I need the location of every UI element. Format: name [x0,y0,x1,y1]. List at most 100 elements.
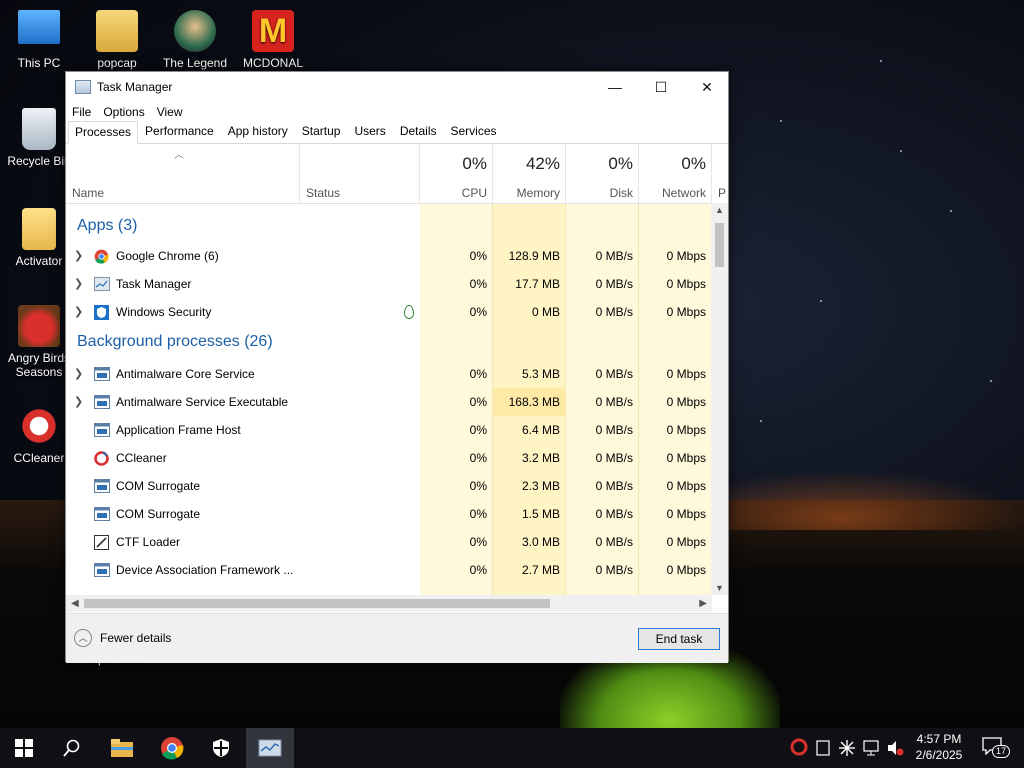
column-status[interactable]: Status [300,144,420,204]
tab-users[interactable]: Users [347,120,392,143]
network-cell: 0 Mbps [666,479,706,493]
star [820,300,822,302]
column-network[interactable]: 0% Network [639,144,712,204]
desktop-icon-this-pc[interactable]: This PC [1,10,77,70]
menu-file[interactable]: File [66,105,97,119]
shield-icon [213,739,229,757]
network-cell: 0 Mbps [666,249,706,263]
scroll-down-icon[interactable]: ▼ [711,583,728,593]
tab-performance[interactable]: Performance [138,120,221,143]
tray-volume-muted-icon[interactable] [886,739,904,768]
chevron-right-icon[interactable]: ❯ [74,270,83,298]
tab-processes[interactable]: Processes [68,121,139,144]
memory-cell: 1.5 MB [521,507,560,521]
tab-details[interactable]: Details [393,120,444,143]
process-row[interactable]: CTF Loader 0% 3.0 MB 0 MB/s 0 Mbps [66,528,712,556]
process-row[interactable]: Device Association Framework ... 0% 2.7 MB… [66,556,712,584]
process-row[interactable]: ❯ Antimalware Service Executable 0% 168.3 M… [66,388,712,416]
taskbar-chrome[interactable] [148,728,196,768]
network-cell: 0 Mbps [666,395,706,409]
process-list: Apps (3) ❯ Google Chrome (6) 0% 128.9 MB 0 MB… [66,204,728,596]
group-apps[interactable]: Apps (3) [77,212,137,240]
leaf-icon [404,305,414,319]
column-disk[interactable]: 0% Disk [566,144,639,204]
tray-network-burst-icon[interactable] [838,739,856,768]
process-name: Application Frame Host [116,423,241,437]
search-button[interactable] [48,728,96,768]
group-background[interactable]: Background processes (26) [77,328,273,356]
scroll-up-icon[interactable]: ▲ [711,205,728,215]
ctf-loader-icon [94,535,109,550]
vertical-scroll-thumb[interactable] [715,223,724,267]
scroll-right-icon[interactable]: ▶ [699,595,707,612]
process-row[interactable]: CCleaner 0% 3.2 MB 0 MB/s 0 Mbps [66,444,712,472]
menu-view[interactable]: View [151,105,189,119]
maximize-button[interactable]: ☐ [638,72,684,102]
scroll-left-icon[interactable]: ◀ [71,595,79,612]
start-button[interactable] [0,728,48,768]
tab-bar: Processes Performance App history Startu… [66,120,728,144]
horizontal-scrollbar[interactable]: ◀ ▶ [66,595,712,612]
tray-device-icon[interactable] [816,740,830,768]
chevron-right-icon[interactable]: ❯ [74,242,83,270]
chevron-right-icon[interactable]: ❯ [74,360,83,388]
column-name-label: Name [72,186,105,200]
desktop-icon-popcap[interactable]: popcap [79,10,155,70]
process-row[interactable]: ❯ Task Manager 0% 17.7 MB 0 MB/s 0 Mbps [66,270,712,298]
action-center-button[interactable]: 17 [982,737,1011,759]
cpu-cell: 0% [469,305,487,319]
taskbar-clock[interactable]: 4:57 PM 2/6/2025 [905,731,973,763]
taskbar-file-explorer[interactable] [98,728,146,768]
process-name: Task Manager [116,277,192,291]
tab-startup[interactable]: Startup [295,120,348,143]
taskbar-task-manager[interactable] [246,728,294,768]
memory-cell: 5.3 MB [521,367,560,381]
process-row[interactable]: ❯ Antimalware Core Service 0% 5.3 MB 0 MB/s 0… [66,360,712,388]
tab-services[interactable]: Services [444,120,504,143]
fewer-details-label: Fewer details [100,631,172,645]
network-cell: 0 Mbps [666,563,706,577]
column-power[interactable]: P [712,144,728,204]
column-status-label: Status [306,186,341,200]
horizontal-scroll-thumb[interactable] [84,599,550,608]
process-name: COM Surrogate [116,507,201,521]
chevron-right-icon[interactable]: ❯ [74,298,83,326]
sort-up-icon: ︿ [174,150,184,161]
taskbar-windows-security[interactable] [197,728,245,768]
tray-ccleaner-icon[interactable] [790,738,808,768]
mcdonalds-icon: M [252,10,294,52]
process-row[interactable]: COM Surrogate 0% 1.5 MB 0 MB/s 0 Mbps [66,500,712,528]
service-icon [94,479,110,493]
service-icon [94,563,110,577]
column-memory[interactable]: 42% Memory [493,144,566,204]
tray-network-icon[interactable] [862,739,880,768]
ccleaner-icon [18,405,60,447]
desktop-icon-the-legend[interactable]: The Legend [157,10,233,70]
network-cell: 0 Mbps [666,423,706,437]
star [880,60,882,62]
network-cell: 0 Mbps [666,507,706,521]
desktop-icon-label: MCDONAL [242,56,303,70]
close-button[interactable]: ✕ [684,72,730,102]
desktop-icon-mcdonal[interactable]: M MCDONAL [235,10,311,70]
process-row[interactable]: COM Surrogate 0% 2.3 MB 0 MB/s 0 Mbps [66,472,712,500]
file-explorer-icon [111,739,133,757]
task-manager-icon [94,277,110,291]
process-row[interactable]: ❯ Google Chrome (6) 0% 128.9 MB 0 MB/s 0 Mbps [66,242,712,270]
column-name[interactable]: ︿ Name [66,144,300,204]
vertical-scrollbar[interactable]: ▲ ▼ [711,203,728,595]
disk-cell: 0 MB/s [595,479,633,493]
minimize-button[interactable]: — [592,72,638,102]
column-cpu[interactable]: 0% CPU [420,144,493,204]
angry-birds-icon [18,305,60,347]
process-row[interactable]: ❯ Windows Security 0% 0 MB 0 MB/s 0 Mbps [66,298,712,326]
menu-options[interactable]: Options [97,105,150,119]
tab-app-history[interactable]: App history [221,120,295,143]
chrome-icon [161,737,184,760]
title-bar[interactable]: Task Manager — ☐ ✕ [66,72,728,102]
end-task-button[interactable]: End task [638,628,720,650]
cpu-cell: 0% [469,249,487,263]
process-row[interactable]: Application Frame Host 0% 6.4 MB 0 MB/s 0 Mb… [66,416,712,444]
fewer-details-link[interactable]: ︿ Fewer details [74,629,171,647]
chevron-right-icon[interactable]: ❯ [74,388,83,416]
